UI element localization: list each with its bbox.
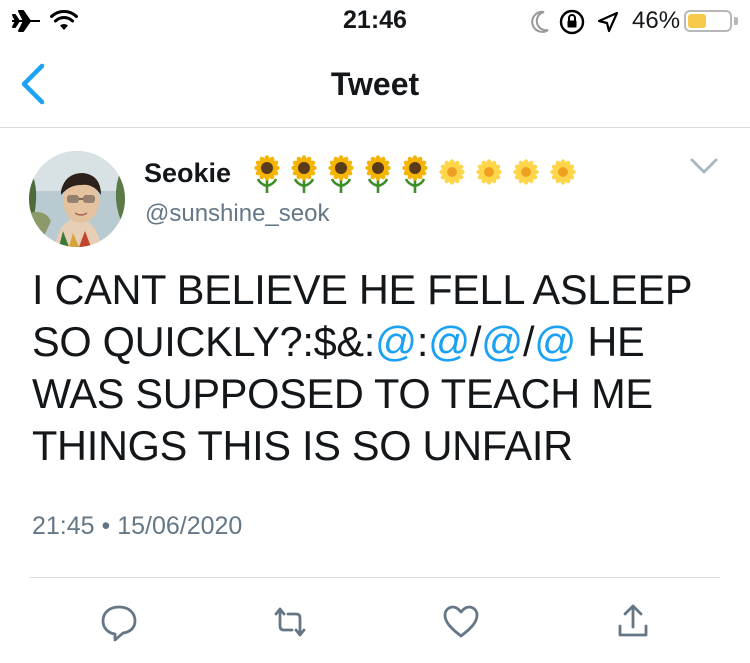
tweet-divider [30, 577, 720, 578]
battery-cap [734, 17, 738, 25]
battery-icon [684, 10, 732, 32]
moon-icon [531, 10, 549, 33]
name-emojis [249, 154, 581, 194]
rotation-lock-icon [559, 9, 585, 35]
tweet-text-part: / [469, 318, 482, 365]
chevron-down-icon[interactable] [684, 152, 724, 182]
sunflower-emoji [291, 155, 317, 193]
sunflower-emoji [402, 155, 428, 193]
blossom-emoji [439, 159, 465, 185]
blossom-emoji [476, 159, 502, 185]
battery-level [688, 14, 706, 28]
blossom-emoji [550, 159, 576, 185]
sunflower-emoji [254, 155, 280, 193]
tweet-text-part: : [416, 318, 429, 365]
reply-icon[interactable] [99, 602, 139, 642]
avatar-photo [29, 151, 125, 247]
page-title: Tweet [330, 66, 420, 102]
battery-percent: 46% [632, 7, 681, 34]
blossom-emoji [513, 159, 539, 185]
nav-divider [0, 127, 750, 128]
tweet-text: I CANT BELIEVE HE FELL ASLEEP SO QUICKLY… [32, 264, 722, 472]
mention-link[interactable]: @ [375, 318, 417, 365]
share-icon[interactable] [613, 602, 653, 642]
tweet-timestamp[interactable]: 21:45 • 15/06/2020 [32, 512, 242, 541]
avatar[interactable] [29, 151, 125, 247]
location-arrow-icon [597, 11, 619, 33]
tweet-text-part: / [523, 318, 535, 365]
sunflower-emoji [328, 155, 354, 193]
retweet-icon[interactable] [270, 602, 310, 642]
mention-link[interactable]: @ [428, 318, 470, 365]
status-bar: 21:46 46% [0, 0, 750, 44]
mention-link[interactable]: @ [534, 318, 576, 365]
mention-link[interactable]: @ [481, 318, 523, 365]
user-handle[interactable]: @sunshine_seok [145, 200, 329, 228]
like-icon[interactable] [441, 602, 481, 642]
display-name[interactable]: Seokie [144, 158, 231, 189]
sunflower-emoji [365, 155, 391, 193]
